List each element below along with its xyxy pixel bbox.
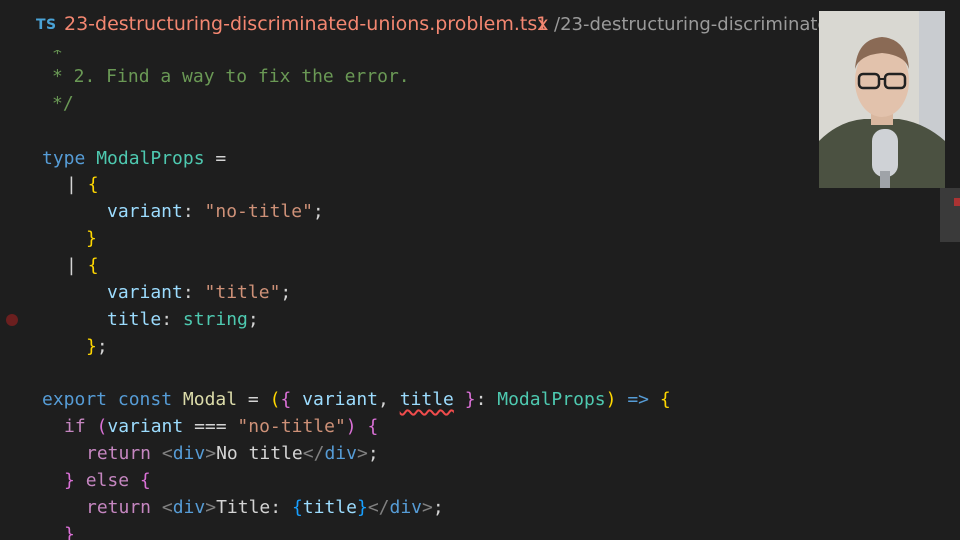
code-line-title-prop: title: string; <box>107 306 259 333</box>
tag-close: > <box>205 497 217 518</box>
tab-filename[interactable]: 23-destructuring-discriminated-unions.pr… <box>64 13 549 35</box>
tag-div: div <box>172 497 206 518</box>
colon: : <box>161 309 183 330</box>
param-title-error[interactable]: title <box>400 389 454 410</box>
semicolon: ; <box>312 201 324 222</box>
keyword-else: else <box>85 470 130 491</box>
semicolon: ; <box>432 497 444 518</box>
code-line-if: if (variant === "no-title") { <box>64 413 378 440</box>
jsx-title: title <box>302 497 357 518</box>
brace-close: } <box>64 470 75 491</box>
semicolon: ; <box>247 309 259 330</box>
brace-close: } <box>464 389 476 410</box>
operator-assign: = <box>237 389 270 410</box>
prop-title: title <box>107 309 162 330</box>
colon: : <box>182 282 205 303</box>
prop-variant: variant <box>107 282 183 303</box>
string-no-title: "no-title" <box>204 201 313 222</box>
keyword-return: return <box>86 497 152 518</box>
tag-end-open: </ <box>302 443 325 464</box>
semicolon: ; <box>280 282 292 303</box>
union-pipe: | <box>66 255 77 276</box>
comma: , <box>378 389 400 410</box>
code-line-else: } else { <box>64 467 151 494</box>
cond-variant: variant <box>107 416 184 437</box>
code-line-close-1: } <box>86 225 97 252</box>
operator-eq: = <box>204 148 227 169</box>
code-line-final-brace: } <box>64 521 75 540</box>
semicolon: ; <box>96 336 108 357</box>
keyword-export: export <box>42 389 108 410</box>
tag-div: div <box>324 443 357 464</box>
paren-close: ) <box>345 416 357 437</box>
brace-open: { <box>139 470 151 491</box>
typescript-file-icon: TS <box>36 17 57 33</box>
code-editor[interactable]: * * 2. Find a way to fix the error. */ t… <box>0 50 960 540</box>
code-line-type-decl: type ModalProps = <box>42 145 226 172</box>
jsx-brace-close: } <box>356 497 368 518</box>
paren-close: ) <box>605 389 617 410</box>
colon: : <box>182 201 205 222</box>
keyword-const: const <box>117 389 173 410</box>
tag-div: div <box>389 497 423 518</box>
code-line-return-title: return <div>Title: {title}</div>; <box>86 494 444 521</box>
string-title: "title" <box>204 282 281 303</box>
comment-text: */ <box>52 93 74 114</box>
type-annotation: ModalProps <box>497 389 606 410</box>
scrollbar-thumb[interactable] <box>940 188 960 242</box>
jsx-brace-open: { <box>291 497 303 518</box>
tag-open: < <box>161 497 173 518</box>
tag-close: > <box>205 443 217 464</box>
editor-tab-bar: TS 23-destructuring-discriminated-unions… <box>0 0 960 50</box>
union-pipe: | <box>66 174 77 195</box>
string-no-title: "no-title" <box>237 416 346 437</box>
function-name: Modal <box>182 389 238 410</box>
brace-close: } <box>86 336 97 357</box>
code-line-comment-end: */ <box>52 90 74 117</box>
tag-div: div <box>172 443 206 464</box>
tag-close: > <box>356 443 368 464</box>
colon: : <box>475 389 498 410</box>
code-line-return-no-title: return <div>No title</div>; <box>86 440 379 467</box>
tag-end-open: </ <box>367 497 390 518</box>
type-name: ModalProps <box>96 148 205 169</box>
brace-open: { <box>280 389 292 410</box>
scrollbar-error-marker <box>954 198 960 206</box>
jsx-text: Title: <box>216 497 292 518</box>
presenter-image <box>819 11 945 188</box>
brace-open: { <box>87 174 99 195</box>
operator-strict-eq: === <box>183 416 238 437</box>
keyword-return: return <box>86 443 152 464</box>
code-line-export-modal: export const Modal = ({ variant, title }… <box>42 386 671 413</box>
paren-open: ( <box>96 416 108 437</box>
prop-variant: variant <box>107 201 183 222</box>
keyword-type: type <box>42 148 86 169</box>
keyword-if: if <box>64 416 86 437</box>
param-variant: variant <box>302 389 378 410</box>
brace-close: } <box>86 228 97 249</box>
type-string: string <box>182 309 248 330</box>
webcam-presenter-video <box>819 11 945 188</box>
brace-open: { <box>87 255 99 276</box>
jsx-text: No title <box>216 443 303 464</box>
comment-text: * <box>52 50 63 64</box>
comment-text: * 2. Find a way to fix the error. <box>52 66 410 87</box>
breakpoint-dot-icon[interactable] <box>6 314 18 326</box>
brace-close: } <box>64 524 75 540</box>
paren-open: ( <box>269 389 281 410</box>
brace-open: { <box>659 389 671 410</box>
code-line-variant-no-title: variant: "no-title"; <box>107 198 324 225</box>
tag-close: > <box>422 497 433 518</box>
code-line-close-2: }; <box>86 333 108 360</box>
code-line-variant-title: variant: "title"; <box>107 279 291 306</box>
code-line-union-1: | { <box>66 171 99 198</box>
code-line-comment-fix: * 2. Find a way to fix the error. <box>52 63 410 90</box>
tag-open: < <box>161 443 173 464</box>
brace-open: { <box>367 416 379 437</box>
tab-path-breadcrumb[interactable]: /23-destructuring-discriminated <box>554 14 822 35</box>
arrow: => <box>627 389 649 410</box>
code-line-union-2: | { <box>66 252 99 279</box>
semicolon: ; <box>367 443 379 464</box>
tab-error-count: 1 <box>536 13 549 35</box>
